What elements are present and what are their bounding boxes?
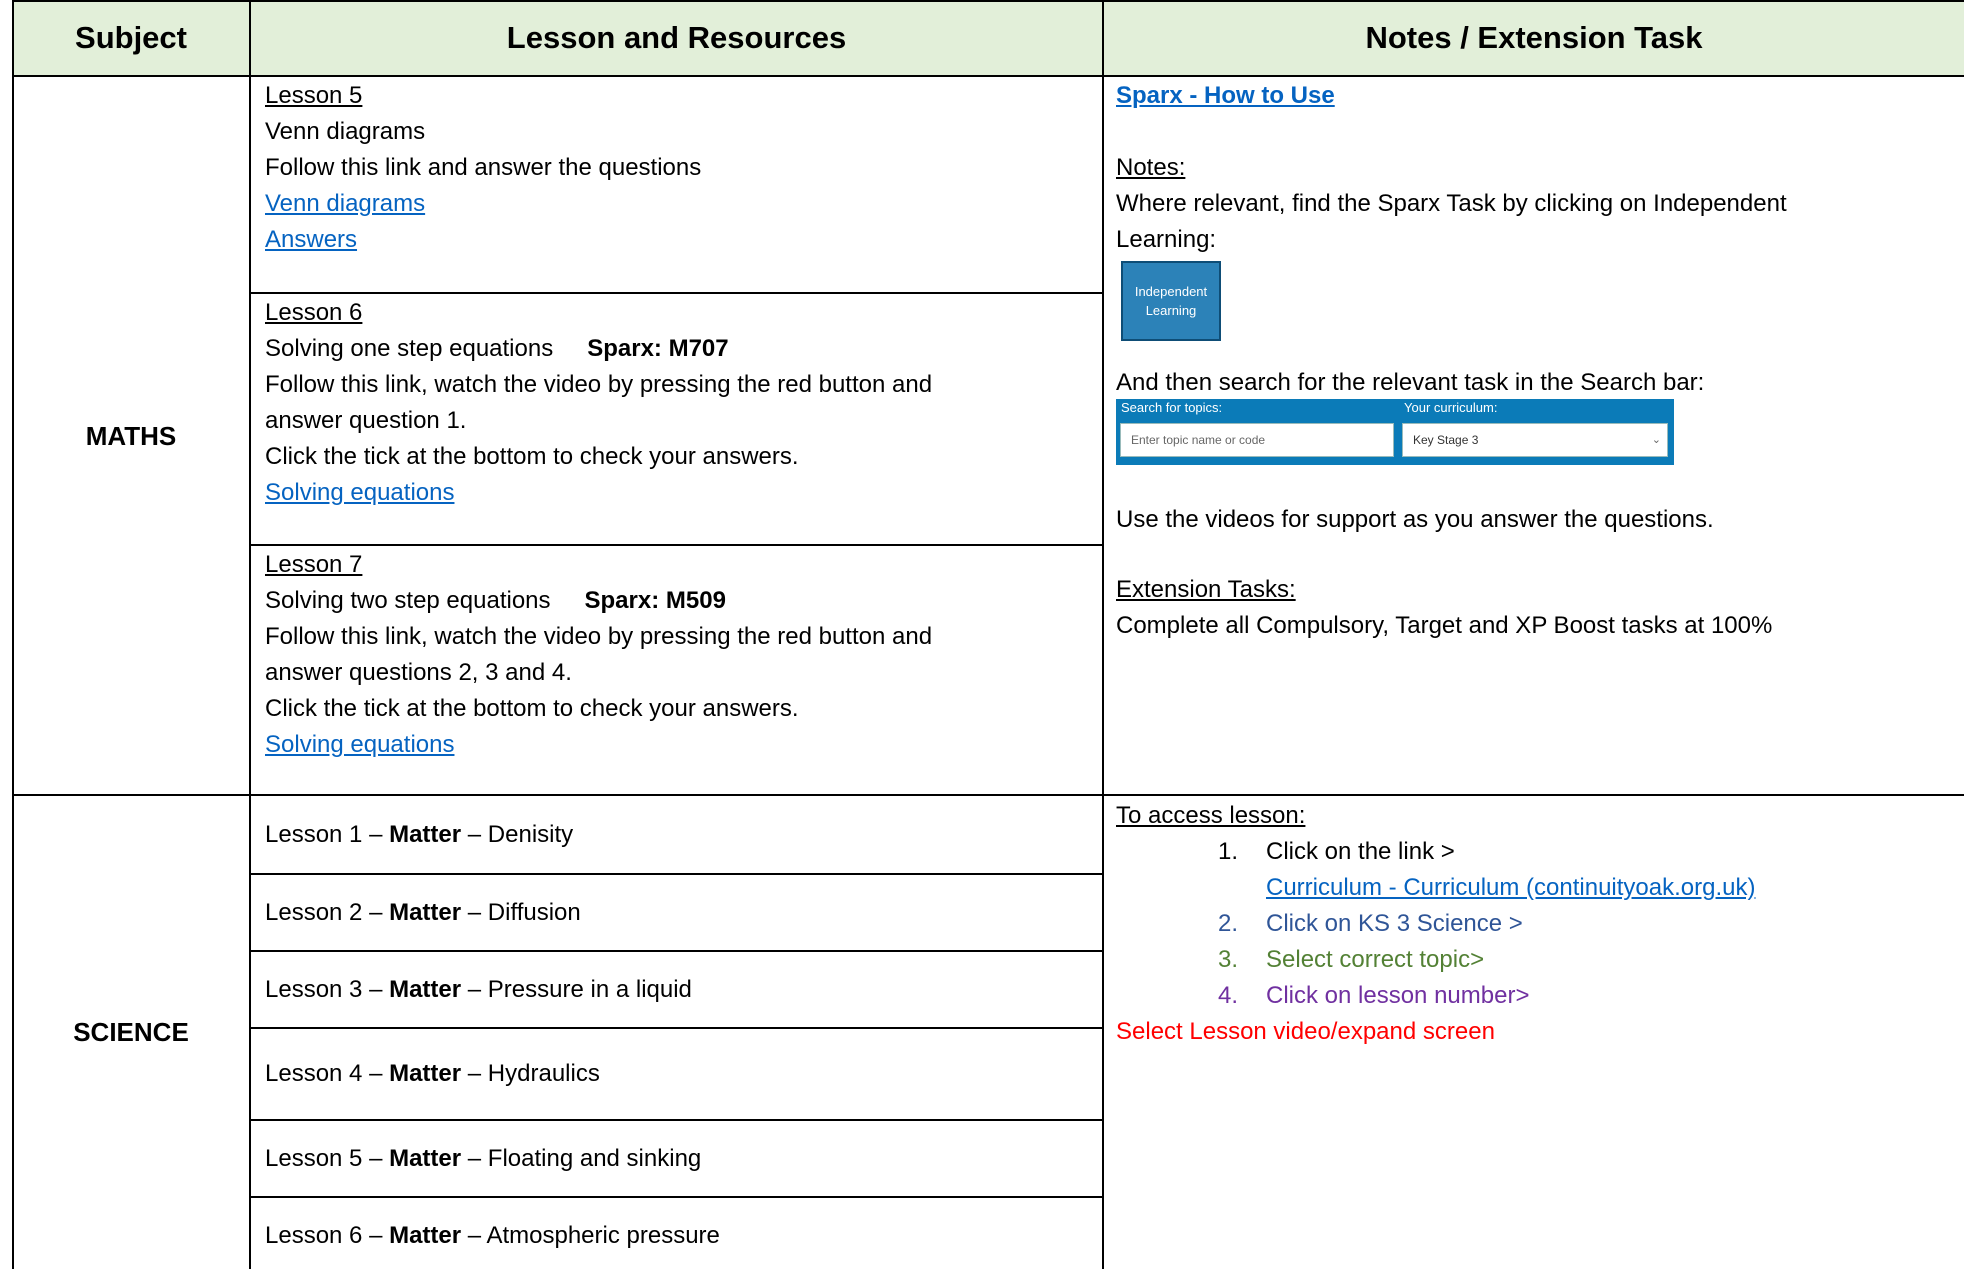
search-bar-image: Search for topics: Enter topic name or c… xyxy=(1116,399,1674,465)
search-topics-input: Enter topic name or code xyxy=(1120,423,1394,457)
curriculum-value: Key Stage 3 xyxy=(1413,433,1479,447)
lesson7-topic-line: Solving two step equations Sparx: M509 xyxy=(265,583,726,619)
chevron-down-icon: ⌄ xyxy=(1651,434,1661,446)
lesson6-topic-line: Solving one step equations Sparx: M707 xyxy=(265,331,729,367)
lesson7-topic: Solving two step equations xyxy=(265,587,551,614)
maths-lesson6-bottom xyxy=(249,544,1104,546)
lesson7-line3: Click the tick at the bottom to check yo… xyxy=(265,695,799,722)
notes-heading: Notes: xyxy=(1116,154,1186,181)
science-lesson-1: Lesson 1 – Matter – Denisity xyxy=(265,821,574,848)
lesson6-sparx-code: Sparx: M707 xyxy=(587,335,729,362)
top-border xyxy=(12,0,1964,2)
search-topics-label: Search for topics: xyxy=(1121,400,1223,415)
header-lesson-resources: Lesson and Resources xyxy=(251,0,1102,77)
header-subject: Subject xyxy=(13,0,249,77)
step-4-num: 4. xyxy=(1218,982,1239,1009)
subject-maths: MATHS xyxy=(85,421,177,451)
sparx-how-to-use-link[interactable]: Sparx - How to Use xyxy=(1116,78,1335,114)
lesson6-title: Lesson 6 xyxy=(265,299,363,326)
step-1-num: 1. xyxy=(1218,838,1239,865)
col-divider-2 xyxy=(1102,0,1104,1269)
lesson6-line1: Follow this link, watch the video by pre… xyxy=(265,371,933,398)
il-line2: Learning xyxy=(1145,303,1197,318)
search-instruction: And then search for the relevant task in… xyxy=(1116,369,1705,396)
lesson5-instruction: Follow this link and answer the question… xyxy=(265,154,702,181)
il-line1: Independent xyxy=(1134,284,1208,299)
lesson6-line3: Click the tick at the bottom to check yo… xyxy=(265,443,799,470)
step-2-num: 2. xyxy=(1218,910,1239,937)
independent-learning-image: Independent Learning xyxy=(1121,261,1221,341)
lesson5-title: Lesson 5 xyxy=(265,82,363,109)
lesson7-sparx-code: Sparx: M509 xyxy=(584,587,726,614)
solving-equations-link-1[interactable]: Solving equations xyxy=(265,475,454,511)
select-lesson-video-text: Select Lesson video/expand screen xyxy=(1116,1018,1495,1045)
science-lesson-5: Lesson 5 – Matter – Floating and sinking xyxy=(265,1145,702,1172)
access-lesson-heading: To access lesson: xyxy=(1116,802,1306,829)
science-lesson-4: Lesson 4 – Matter – Hydraulics xyxy=(265,1060,600,1087)
lesson7-title: Lesson 7 xyxy=(265,551,363,578)
step-4-text: Click on lesson number> xyxy=(1266,982,1530,1009)
videos-support-text: Use the videos for support as you answer… xyxy=(1116,506,1714,533)
lesson6-line2: answer question 1. xyxy=(265,407,467,434)
curriculum-label: Your curriculum: xyxy=(1404,400,1498,415)
answers-link[interactable]: Answers xyxy=(265,222,357,258)
extension-heading: Extension Tasks: xyxy=(1116,576,1296,603)
curriculum-select: Key Stage 3 ⌄ xyxy=(1402,423,1668,457)
step-1-text: Click on the link > xyxy=(1266,838,1455,865)
venn-diagrams-link[interactable]: Venn diagrams xyxy=(265,186,425,222)
curriculum-link[interactable]: Curriculum - Curriculum (continuityoak.o… xyxy=(1266,870,1755,906)
step-3-text: Select correct topic> xyxy=(1266,946,1485,973)
header-notes: Notes / Extension Task xyxy=(1104,0,1964,77)
maths-lesson5-bottom xyxy=(249,292,1104,294)
lesson7-line1: Follow this link, watch the video by pre… xyxy=(265,623,933,650)
lesson6-topic: Solving one step equations xyxy=(265,335,554,362)
step-2-text: Click on KS 3 Science > xyxy=(1266,910,1523,937)
lesson5-topic: Venn diagrams xyxy=(265,118,426,145)
lesson7-line2: answer questions 2, 3 and 4. xyxy=(265,659,572,686)
science-lesson-6: Lesson 6 – Matter – Atmospheric pressure xyxy=(265,1222,720,1249)
subject-science: SCIENCE xyxy=(73,1017,189,1047)
step-3-num: 3. xyxy=(1218,946,1239,973)
science-lesson-3: Lesson 3 – Matter – Pressure in a liquid xyxy=(265,976,692,1003)
notes-line2: Learning: xyxy=(1116,226,1217,253)
extension-text: Complete all Compulsory, Target and XP B… xyxy=(1116,612,1773,639)
solving-equations-link-2[interactable]: Solving equations xyxy=(265,727,454,763)
notes-line1: Where relevant, find the Sparx Task by c… xyxy=(1116,190,1787,217)
science-lesson-2: Lesson 2 – Matter – Diffusion xyxy=(265,899,581,926)
col-divider-1 xyxy=(249,0,251,1269)
